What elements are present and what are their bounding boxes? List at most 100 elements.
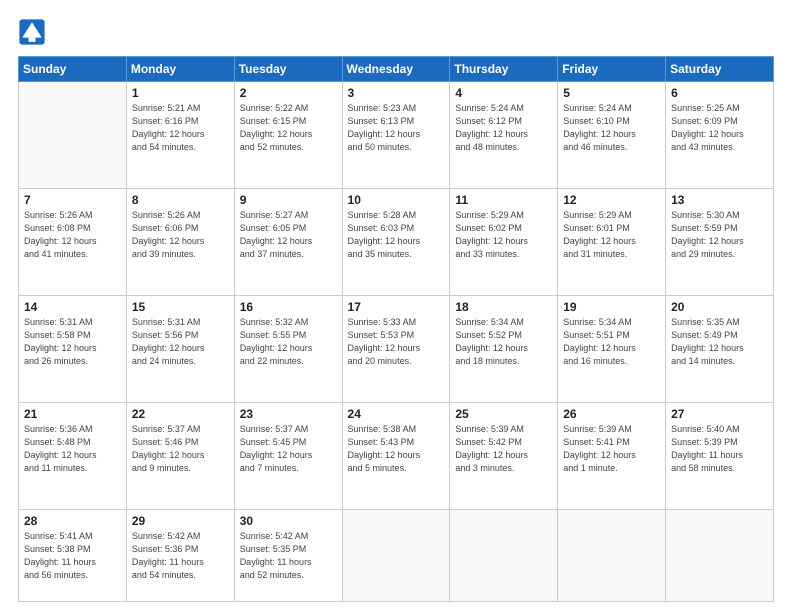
week-row-2: 7 Sunrise: 5:26 AM Sunset: 6:08 PM Daylig… [19,189,774,296]
day-info: Sunrise: 5:23 AM Sunset: 6:13 PM Dayligh… [348,102,445,154]
calendar-cell: 3 Sunrise: 5:23 AM Sunset: 6:13 PM Daylig… [342,82,450,189]
calendar-cell: 29 Sunrise: 5:42 AM Sunset: 5:36 PM Dayli… [126,510,234,602]
calendar-cell: 7 Sunrise: 5:26 AM Sunset: 6:08 PM Daylig… [19,189,127,296]
weekday-sunday: Sunday [19,57,127,82]
day-number: 6 [671,86,768,100]
calendar-cell: 12 Sunrise: 5:29 AM Sunset: 6:01 PM Dayli… [558,189,666,296]
calendar-cell: 19 Sunrise: 5:34 AM Sunset: 5:51 PM Dayli… [558,296,666,403]
calendar-cell: 10 Sunrise: 5:28 AM Sunset: 6:03 PM Dayli… [342,189,450,296]
calendar-cell: 28 Sunrise: 5:41 AM Sunset: 5:38 PM Dayli… [19,510,127,602]
page: SundayMondayTuesdayWednesdayThursdayFrid… [0,0,792,612]
day-number: 27 [671,407,768,421]
day-info: Sunrise: 5:27 AM Sunset: 6:05 PM Dayligh… [240,209,337,261]
day-number: 13 [671,193,768,207]
calendar-cell: 2 Sunrise: 5:22 AM Sunset: 6:15 PM Daylig… [234,82,342,189]
day-number: 4 [455,86,552,100]
day-info: Sunrise: 5:29 AM Sunset: 6:02 PM Dayligh… [455,209,552,261]
day-info: Sunrise: 5:29 AM Sunset: 6:01 PM Dayligh… [563,209,660,261]
day-number: 16 [240,300,337,314]
calendar-cell: 25Sunrise: 5:39 AM Sunset: 5:42 PM Dayli… [450,403,558,510]
day-number: 2 [240,86,337,100]
day-number: 30 [240,514,337,528]
logo [18,18,50,46]
day-info: Sunrise: 5:39 AM Sunset: 5:42 PM Dayligh… [455,423,552,475]
day-info: Sunrise: 5:22 AM Sunset: 6:15 PM Dayligh… [240,102,337,154]
calendar-cell: 4 Sunrise: 5:24 AM Sunset: 6:12 PM Daylig… [450,82,558,189]
calendar-cell: 17 Sunrise: 5:33 AM Sunset: 5:53 PM Dayli… [342,296,450,403]
day-number: 8 [132,193,229,207]
day-info: Sunrise: 5:24 AM Sunset: 6:12 PM Dayligh… [455,102,552,154]
day-info: Sunrise: 5:42 AM Sunset: 5:35 PM Dayligh… [240,530,337,582]
day-info: Sunrise: 5:37 AM Sunset: 5:46 PM Dayligh… [132,423,229,475]
day-info: Sunrise: 5:33 AM Sunset: 5:53 PM Dayligh… [348,316,445,368]
day-info: Sunrise: 5:30 AM Sunset: 5:59 PM Dayligh… [671,209,768,261]
day-number: 22 [132,407,229,421]
day-info: Sunrise: 5:38 AM Sunset: 5:43 PM Dayligh… [348,423,445,475]
day-number: 1 [132,86,229,100]
day-number: 24 [348,407,445,421]
calendar-cell: 18 Sunrise: 5:34 AM Sunset: 5:52 PM Dayli… [450,296,558,403]
day-number: 23 [240,407,337,421]
day-info: Sunrise: 5:37 AM Sunset: 5:45 PM Dayligh… [240,423,337,475]
calendar-cell [558,510,666,602]
calendar-cell: 1 Sunrise: 5:21 AM Sunset: 6:16 PM Daylig… [126,82,234,189]
day-info: Sunrise: 5:36 AM Sunset: 5:48 PM Dayligh… [24,423,121,475]
calendar-cell: 23 Sunrise: 5:37 AM Sunset: 5:45 PM Dayli… [234,403,342,510]
day-number: 17 [348,300,445,314]
calendar-cell [342,510,450,602]
header [18,18,774,46]
day-info: Sunrise: 5:26 AM Sunset: 6:08 PM Dayligh… [24,209,121,261]
day-number: 7 [24,193,121,207]
day-info: Sunrise: 5:28 AM Sunset: 6:03 PM Dayligh… [348,209,445,261]
calendar-cell: 6 Sunrise: 5:25 AM Sunset: 6:09 PM Daylig… [666,82,774,189]
day-number: 10 [348,193,445,207]
day-number: 19 [563,300,660,314]
weekday-friday: Friday [558,57,666,82]
day-info: Sunrise: 5:24 AM Sunset: 6:10 PM Dayligh… [563,102,660,154]
calendar-cell: 8 Sunrise: 5:26 AM Sunset: 6:06 PM Daylig… [126,189,234,296]
day-number: 9 [240,193,337,207]
day-number: 12 [563,193,660,207]
day-info: Sunrise: 5:35 AM Sunset: 5:49 PM Dayligh… [671,316,768,368]
logo-icon [18,18,46,46]
calendar-cell: 13 Sunrise: 5:30 AM Sunset: 5:59 PM Dayli… [666,189,774,296]
day-info: Sunrise: 5:25 AM Sunset: 6:09 PM Dayligh… [671,102,768,154]
day-number: 26 [563,407,660,421]
week-row-5: 28 Sunrise: 5:41 AM Sunset: 5:38 PM Dayli… [19,510,774,602]
day-number: 11 [455,193,552,207]
calendar-cell [450,510,558,602]
day-number: 3 [348,86,445,100]
weekday-thursday: Thursday [450,57,558,82]
calendar-cell [19,82,127,189]
weekday-tuesday: Tuesday [234,57,342,82]
day-info: Sunrise: 5:21 AM Sunset: 6:16 PM Dayligh… [132,102,229,154]
day-info: Sunrise: 5:32 AM Sunset: 5:55 PM Dayligh… [240,316,337,368]
calendar-table: SundayMondayTuesdayWednesdayThursdayFrid… [18,56,774,602]
day-info: Sunrise: 5:34 AM Sunset: 5:51 PM Dayligh… [563,316,660,368]
week-row-4: 21 Sunrise: 5:36 AM Sunset: 5:48 PM Dayli… [19,403,774,510]
weekday-saturday: Saturday [666,57,774,82]
calendar-cell: 5 Sunrise: 5:24 AM Sunset: 6:10 PM Daylig… [558,82,666,189]
calendar-cell: 24 Sunrise: 5:38 AM Sunset: 5:43 PM Dayli… [342,403,450,510]
calendar-cell: 27Sunrise: 5:40 AM Sunset: 5:39 PM Dayli… [666,403,774,510]
day-number: 18 [455,300,552,314]
calendar-cell: 22 Sunrise: 5:37 AM Sunset: 5:46 PM Dayli… [126,403,234,510]
calendar-cell: 26 Sunrise: 5:39 AM Sunset: 5:41 PM Dayli… [558,403,666,510]
day-info: Sunrise: 5:26 AM Sunset: 6:06 PM Dayligh… [132,209,229,261]
calendar-cell: 20Sunrise: 5:35 AM Sunset: 5:49 PM Dayli… [666,296,774,403]
day-info: Sunrise: 5:39 AM Sunset: 5:41 PM Dayligh… [563,423,660,475]
day-info: Sunrise: 5:31 AM Sunset: 5:56 PM Dayligh… [132,316,229,368]
day-info: Sunrise: 5:34 AM Sunset: 5:52 PM Dayligh… [455,316,552,368]
weekday-header-row: SundayMondayTuesdayWednesdayThursdayFrid… [19,57,774,82]
day-number: 21 [24,407,121,421]
day-number: 28 [24,514,121,528]
day-number: 14 [24,300,121,314]
calendar-cell: 11 Sunrise: 5:29 AM Sunset: 6:02 PM Dayli… [450,189,558,296]
calendar-cell: 21 Sunrise: 5:36 AM Sunset: 5:48 PM Dayli… [19,403,127,510]
calendar-cell: 14Sunrise: 5:31 AM Sunset: 5:58 PM Dayli… [19,296,127,403]
day-info: Sunrise: 5:41 AM Sunset: 5:38 PM Dayligh… [24,530,121,582]
calendar-cell [666,510,774,602]
day-info: Sunrise: 5:42 AM Sunset: 5:36 PM Dayligh… [132,530,229,582]
day-number: 29 [132,514,229,528]
day-number: 5 [563,86,660,100]
